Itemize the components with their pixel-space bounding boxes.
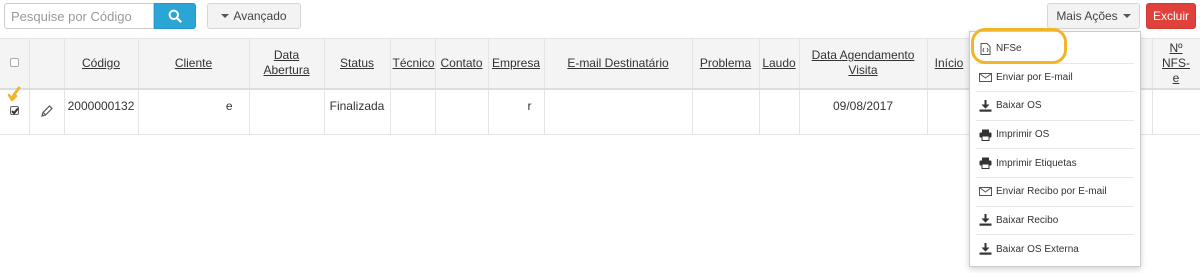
pencil-icon[interactable]	[40, 104, 54, 118]
menu-item-baixar-recibo[interactable]: Baixar Recibo	[976, 207, 1134, 236]
advanced-button[interactable]: Avançado	[207, 3, 301, 29]
envelope-icon	[978, 71, 992, 83]
file-code-icon	[978, 42, 992, 55]
search-input[interactable]	[4, 3, 154, 29]
menu-item-nfse[interactable]: NFSe	[976, 35, 1134, 64]
cell-cliente: e	[138, 88, 250, 135]
search-button[interactable]	[154, 3, 196, 29]
cell-data-agendamento: 09/08/2017	[799, 88, 928, 135]
row-checkbox[interactable]	[9, 105, 19, 115]
menu-item-enviar-email[interactable]: Enviar por E-mail	[976, 64, 1134, 93]
select-all-cell[interactable]	[0, 38, 30, 90]
cell-empresa: r	[488, 88, 545, 135]
caret-down-icon	[221, 14, 230, 18]
menu-item-imprimir-os[interactable]: Imprimir OS	[976, 121, 1134, 150]
menu-item-imprimir-etiquetas[interactable]: Imprimir Etiquetas	[976, 149, 1134, 178]
col-header-data-abertura[interactable]: Data Abertura	[249, 38, 325, 90]
col-header-codigo[interactable]: Código	[64, 38, 139, 90]
col-header-problema[interactable]: Problema	[692, 38, 760, 90]
cell-laudo	[759, 88, 800, 135]
advanced-label: Avançado	[233, 9, 287, 23]
cell-nfse	[1152, 88, 1200, 135]
cell-email	[544, 88, 693, 135]
more-actions-menu: NFSe Enviar por E-mail Baixar OS Imprimi…	[969, 31, 1141, 267]
cell-problema	[692, 88, 760, 135]
cell-data-abertura	[249, 88, 325, 135]
search-icon	[168, 9, 182, 23]
cell-cliente-value: e	[225, 98, 233, 113]
delete-label: Excluir	[1152, 9, 1189, 23]
menu-item-label: Baixar OS Externa	[996, 243, 1079, 255]
col-header-data-agendamento[interactable]: Data Agendamento Visita	[799, 38, 928, 90]
col-header-contato[interactable]: Contato	[435, 38, 489, 90]
download-icon	[978, 214, 992, 227]
col-header-tecnico[interactable]: Técnico	[390, 38, 436, 90]
cell-codigo: 2000000132	[64, 88, 139, 135]
col-header-cliente[interactable]: Cliente	[138, 38, 250, 90]
delete-button[interactable]: Excluir	[1146, 3, 1196, 29]
col-header-empresa[interactable]: Empresa	[488, 38, 545, 90]
edit-cell[interactable]	[29, 88, 65, 135]
cell-tecnico	[390, 88, 436, 135]
menu-item-baixar-os-externa[interactable]: Baixar OS Externa	[976, 235, 1134, 264]
printer-icon	[978, 129, 992, 141]
select-all-checkbox[interactable]	[9, 57, 19, 67]
col-header-status[interactable]: Status	[324, 38, 391, 90]
cell-empresa-value: r	[527, 98, 532, 113]
menu-item-label: Imprimir OS	[996, 129, 1050, 141]
col-header-nfse[interactable]: Nº NFS-e	[1152, 38, 1200, 90]
selection-marker-icon	[7, 86, 21, 102]
menu-item-baixar-os[interactable]: Baixar OS	[976, 92, 1134, 121]
more-actions-button[interactable]: Mais Ações	[1047, 3, 1140, 29]
col-header-inicio[interactable]: Início	[927, 38, 972, 90]
col-header-laudo[interactable]: Laudo	[759, 38, 800, 90]
caret-down-icon	[1122, 14, 1131, 18]
envelope-icon	[978, 186, 992, 198]
toolbar: Avançado Mais Ações Excluir	[0, 0, 1200, 34]
menu-item-label: Enviar por E-mail	[996, 71, 1073, 83]
menu-item-label: Enviar Recibo por E-mail	[996, 186, 1107, 198]
edit-column-header	[29, 38, 65, 90]
download-icon	[978, 99, 992, 112]
menu-item-label: Baixar OS	[996, 100, 1042, 112]
cell-inicio	[927, 88, 972, 135]
menu-item-label: Baixar Recibo	[996, 214, 1059, 226]
cell-contato	[435, 88, 489, 135]
printer-icon	[978, 157, 992, 170]
menu-item-label: Imprimir Etiquetas	[996, 157, 1077, 169]
download-icon	[978, 243, 992, 256]
cell-status: Finalizada	[324, 88, 391, 135]
menu-item-enviar-recibo[interactable]: Enviar Recibo por E-mail	[976, 178, 1134, 207]
col-header-email[interactable]: E-mail Destinatário	[544, 38, 693, 90]
more-actions-label: Mais Ações	[1056, 9, 1118, 23]
menu-item-label: NFSe	[996, 43, 1022, 55]
